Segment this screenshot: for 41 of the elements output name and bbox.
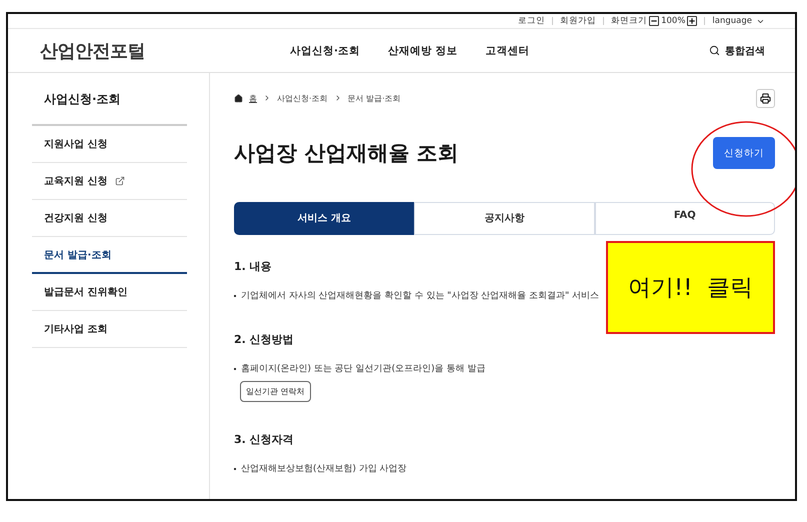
zoom-label: 화면크기 xyxy=(611,15,648,27)
page-title: 사업장 산업재해율 조회 xyxy=(234,140,459,167)
chevron-right-icon xyxy=(263,94,271,102)
nav-link[interactable]: 사업신청·조회 xyxy=(290,44,360,58)
utility-link[interactable]: 회원가입 xyxy=(560,15,596,27)
breadcrumb-link[interactable]: 문서 발급·조회 xyxy=(348,92,401,104)
print-button[interactable] xyxy=(756,88,775,108)
sidebar-item[interactable]: 문서 발급·조회 xyxy=(32,237,187,274)
tab[interactable]: FAQ xyxy=(594,202,775,235)
breadcrumb-link[interactable]: 홈 xyxy=(249,92,257,104)
search-button[interactable]: 통합검색 xyxy=(709,44,765,58)
language-dropdown[interactable]: language xyxy=(712,16,765,26)
sidebar-item[interactable]: 지원사업 신청 xyxy=(32,126,187,163)
nav-link[interactable]: 고객센터 xyxy=(486,44,530,58)
sidebar-item[interactable]: 발급문서 진위확인 xyxy=(32,274,187,311)
search-icon xyxy=(709,45,720,56)
bullet-text: 기업체에서 자사의 산업재해현황을 확인할 수 있는 "사업장 산업재해율 조회결과" 서비스 xyxy=(241,290,600,302)
nav-link[interactable]: 산재예방 정보 xyxy=(388,44,458,58)
apply-button[interactable]: 신청하기 xyxy=(713,137,775,169)
plus-icon xyxy=(688,17,696,25)
bullet-text: 홈페이지(온라인) 또는 공단 일선기관(오프라인)을 통해 발급 xyxy=(241,363,486,375)
section-heading: 3. 신청자격 xyxy=(234,432,295,447)
section-heading: 1. 내용 xyxy=(234,259,273,274)
printer-icon xyxy=(760,92,771,104)
tab[interactable]: 서비스 개요 xyxy=(234,202,414,235)
sidebar-item[interactable]: 건강지원 신청 xyxy=(32,200,187,237)
zoom-out-button[interactable] xyxy=(649,16,660,26)
section-heading: 2. 신청방법 xyxy=(234,332,295,347)
contact-button[interactable]: 일선기관 연락처 xyxy=(240,381,311,402)
breadcrumb-link[interactable]: 사업신청·조회 xyxy=(277,92,328,104)
sidebar-item[interactable]: 기타사업 조회 xyxy=(32,311,187,348)
bullet-text: 산업재해보상보험(산재보험) 가입 사업장 xyxy=(241,463,407,475)
utility-link[interactable]: 로그인 xyxy=(518,15,546,27)
callout-note: 여기!! 클릭 xyxy=(606,241,775,334)
sidebar-item[interactable]: 교육지원 신청 xyxy=(32,163,187,200)
zoom-value: 100% xyxy=(661,16,686,26)
tab[interactable]: 공지사항 xyxy=(414,202,595,235)
site-logo[interactable]: 산업안전포털 xyxy=(40,38,290,62)
sidebar-title: 사업신청·조회 xyxy=(32,91,187,126)
home-icon xyxy=(234,94,243,102)
zoom-in-button[interactable] xyxy=(687,16,698,26)
